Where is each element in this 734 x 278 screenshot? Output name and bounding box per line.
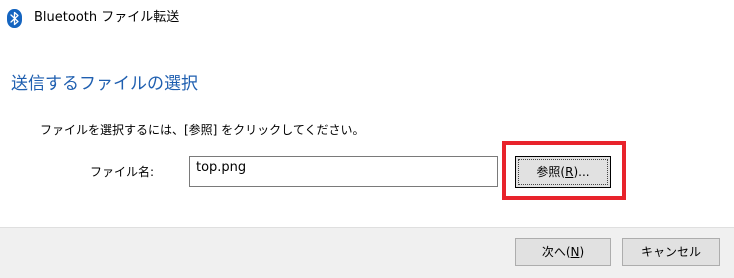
next-button[interactable]: 次へ(N) — [515, 238, 611, 266]
cancel-button[interactable]: キャンセル — [622, 238, 720, 266]
instruction-text: ファイルを選択するには、[参照] をクリックしてください。 — [40, 123, 365, 137]
bluetooth-icon — [7, 9, 22, 28]
page-title: 送信するファイルの選択 — [11, 74, 198, 94]
next-button-label-suffix: ) — [579, 245, 585, 259]
browse-button[interactable]: 参照(R)... — [515, 156, 611, 188]
window-title: Bluetooth ファイル転送 — [34, 10, 180, 25]
filename-field[interactable] — [189, 156, 498, 187]
bluetooth-file-transfer-dialog: Bluetooth ファイル転送 送信するファイルの選択 ファイルを選択するには… — [0, 0, 734, 278]
next-button-label-prefix: 次へ( — [541, 245, 571, 259]
title-bar: Bluetooth ファイル転送 — [0, 0, 734, 38]
browse-button-label-prefix: 参照( — [536, 165, 566, 179]
browse-button-label-suffix: )... — [573, 165, 590, 179]
dialog-footer: 次へ(N) キャンセル — [0, 227, 734, 278]
filename-label: ファイル名: — [90, 165, 155, 179]
